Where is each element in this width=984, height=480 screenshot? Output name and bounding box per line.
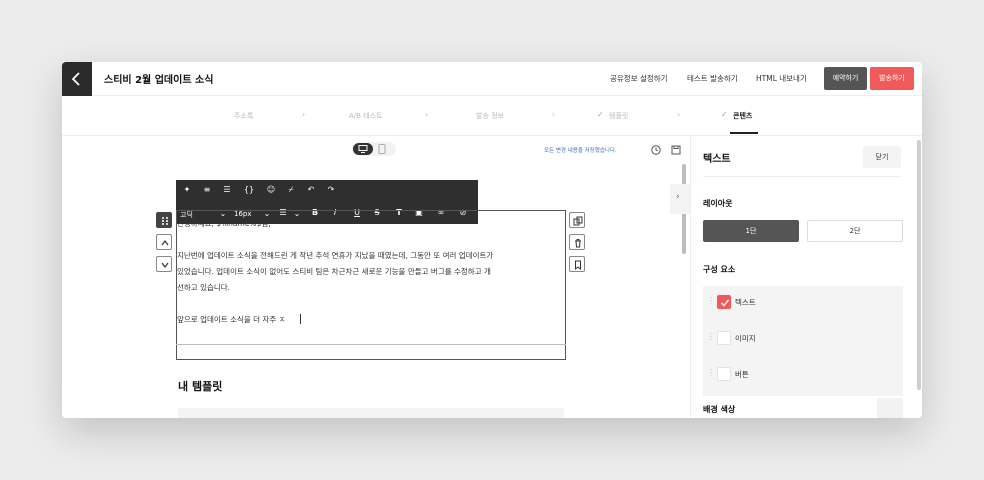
chevron-left-icon: [71, 72, 80, 86]
desktop-view-button[interactable]: [353, 143, 373, 155]
components-list: ⋮ 텍스트 ⋮ 이미지 ⋮ 버튼: [703, 286, 903, 396]
bullet-list-icon[interactable]: ☰: [220, 185, 234, 194]
panel-title: 텍스트: [703, 154, 731, 165]
check-icon: ✓: [721, 110, 728, 119]
body-line[interactable]: 지난번에 업데이트 소식을 전해드린 게 작년 추석 연휴가 지났을 때였는데,…: [177, 250, 493, 261]
check-icon: [721, 299, 730, 307]
components-label: 구성 요소: [703, 265, 736, 274]
move-up-button[interactable]: [156, 234, 172, 250]
send-button[interactable]: 발송하기: [870, 67, 914, 90]
component-label: 텍스트: [735, 298, 756, 307]
check-icon: ✓: [597, 110, 604, 119]
active-step-indicator: [730, 132, 758, 134]
ordered-list-icon[interactable]: ≡: [200, 185, 214, 194]
component-label: 버튼: [735, 370, 749, 379]
move-down-button[interactable]: [156, 256, 172, 272]
step-ab-test[interactable]: A/B 테스트: [349, 111, 383, 121]
component-label: 이미지: [735, 334, 756, 343]
body-line[interactable]: 있었습니다. 업데이트 소식이 없어도 스티비 팀은 차근차근 새로운 기능을 …: [177, 266, 491, 277]
redo-icon[interactable]: ↷: [324, 185, 338, 194]
component-checkbox[interactable]: [717, 331, 731, 345]
component-image[interactable]: ⋮ 이미지: [703, 322, 903, 358]
background-color-label: 배경 색상: [703, 405, 736, 414]
template-list-placeholder: [178, 408, 564, 418]
history-icon[interactable]: [650, 144, 662, 156]
body-line[interactable]: 선하고 있습니다.: [177, 282, 230, 293]
save-icon[interactable]: [670, 144, 682, 156]
trash-icon: [575, 239, 581, 248]
properties-panel: 텍스트 닫기 레이아웃 1단 2단 구성 요소 ⋮ 텍스트 ⋮ 이미지 ⋮ 버튼…: [690, 136, 922, 418]
layout-two-column[interactable]: 2단: [807, 220, 903, 242]
my-templates-heading: 내 템플릿: [178, 380, 223, 393]
code-variable-icon[interactable]: {}: [242, 185, 256, 194]
reserve-button[interactable]: 예약하기: [824, 67, 867, 90]
drag-handle-button[interactable]: [156, 212, 172, 228]
step-navigation: 주소록 › A/B 테스트 › 발송 정보 › ✓ 템플릿 › ✓ 콘텐츠: [62, 96, 922, 136]
back-button[interactable]: [62, 62, 92, 96]
editor-canvas: 모든 변경 내용을 저장했습니다. ✦ ≡ ☰ {} ☺ ⌿ ↶ ↷ 고딕 ⌄ …: [62, 136, 690, 418]
chevron-right-icon: ›: [302, 110, 306, 119]
page-title: 스티비 2월 업데이트 소식: [104, 75, 214, 86]
close-button[interactable]: 닫기: [863, 146, 901, 168]
panel-scrollbar[interactable]: [917, 140, 921, 390]
drag-handle-icon[interactable]: ⋮: [707, 368, 715, 377]
chevron-down-icon: [161, 262, 169, 268]
step-content[interactable]: 콘텐츠: [733, 111, 752, 121]
copy-icon: [573, 216, 583, 226]
greeting-line[interactable]: 안녕하세요, $%name%$님,: [177, 218, 271, 229]
component-button[interactable]: ⋮ 버튼: [703, 358, 903, 394]
chevron-right-icon: ›: [552, 110, 556, 119]
bookmark-button[interactable]: [569, 256, 585, 272]
drag-handle-icon[interactable]: ⋮: [707, 332, 715, 341]
delete-button[interactable]: [569, 234, 585, 250]
step-address-book[interactable]: 주소록: [234, 111, 253, 121]
share-settings-link[interactable]: 공유정보 설정하기: [610, 73, 668, 84]
view-toggle[interactable]: [352, 142, 396, 156]
chevron-right-icon: ›: [425, 110, 429, 119]
drag-handle-icon[interactable]: ⋮: [707, 296, 715, 305]
background-color-picker[interactable]: [877, 398, 903, 418]
autosave-status: 모든 변경 내용을 저장했습니다.: [544, 148, 617, 154]
monitor-icon: [358, 145, 368, 153]
chevron-right-icon: ›: [676, 192, 680, 202]
layout-one-column[interactable]: 1단: [703, 220, 799, 242]
html-export-link[interactable]: HTML 내보내기: [756, 73, 807, 84]
test-send-link[interactable]: 테스트 발송하기: [687, 73, 738, 84]
component-text[interactable]: ⋮ 텍스트: [703, 286, 903, 322]
component-checkbox[interactable]: [717, 295, 731, 309]
divider: [703, 176, 901, 177]
panel-collapse-button[interactable]: ›: [670, 184, 690, 214]
chevron-up-icon: [161, 240, 169, 246]
chevron-right-icon: ›: [677, 110, 681, 119]
undo-icon[interactable]: ↶: [304, 185, 318, 194]
component-checkbox[interactable]: [717, 367, 731, 381]
step-template[interactable]: 템플릿: [609, 111, 628, 121]
bookmark-icon: [575, 260, 581, 270]
mobile-view-icon[interactable]: [378, 144, 386, 154]
step-send-info[interactable]: 발송 정보: [476, 111, 504, 121]
drag-handle-icon: [162, 217, 168, 225]
body-line[interactable]: 앞으로 업데이트 소식을 더 자주 ㅈ: [177, 314, 286, 325]
emoji-icon[interactable]: ☺: [264, 185, 278, 194]
top-bar: 스티비 2월 업데이트 소식 공유정보 설정하기 테스트 발송하기 HTML 내…: [62, 62, 922, 96]
editor-window: 스티비 2월 업데이트 소식 공유정보 설정하기 테스트 발송하기 HTML 내…: [62, 62, 922, 418]
duplicate-button[interactable]: [569, 212, 585, 228]
text-caret: [300, 314, 301, 324]
layout-label: 레이아웃: [703, 199, 733, 208]
clear-format-icon[interactable]: ⌿: [284, 185, 298, 195]
ai-sparkle-icon[interactable]: ✦: [180, 185, 194, 194]
